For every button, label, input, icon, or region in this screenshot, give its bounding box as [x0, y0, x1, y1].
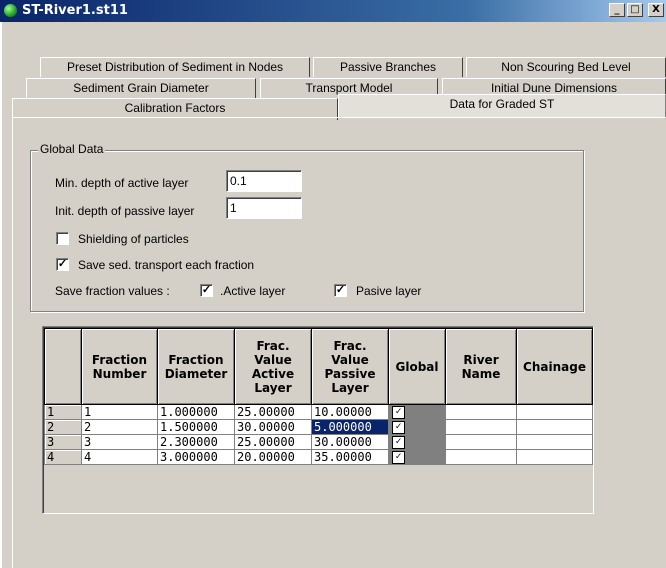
row-index[interactable]: 3: [44, 434, 82, 450]
cell-river-name[interactable]: [445, 434, 517, 450]
cell-global[interactable]: ✓: [388, 419, 446, 435]
cell-chainage[interactable]: [516, 419, 593, 435]
global-checkbox[interactable]: ✓: [392, 421, 405, 434]
save-each-fraction-checkbox[interactable]: ✓: [56, 258, 69, 271]
global-data-label: Global Data: [38, 142, 106, 156]
cell-fraction-number[interactable]: 4: [81, 449, 158, 465]
cell-frac-active[interactable]: 25.00000: [234, 404, 312, 420]
col-frac-value-active[interactable]: Frac. Value Active Layer: [234, 328, 312, 405]
global-checkbox[interactable]: ✓: [392, 406, 405, 419]
active-layer-checkbox[interactable]: ✓: [200, 284, 213, 297]
cell-fraction-number[interactable]: 1: [81, 404, 158, 420]
cell-fraction-number[interactable]: 2: [81, 419, 158, 435]
cell-frac-active[interactable]: 30.00000: [234, 419, 312, 435]
grid-corner-header: [44, 328, 82, 405]
col-fraction-diameter[interactable]: Fraction Diameter: [157, 328, 235, 405]
cell-river-name[interactable]: [445, 419, 517, 435]
cell-river-name[interactable]: [445, 449, 517, 465]
fraction-grid[interactable]: Fraction Number Fraction Diameter Frac. …: [44, 328, 593, 465]
tab-data-for-graded-st[interactable]: Data for Graded ST: [338, 94, 666, 118]
cell-fraction-diameter[interactable]: 2.300000: [157, 434, 235, 450]
table-row[interactable]: 2 2 1.500000 30.00000 5.000000 ✓: [44, 419, 593, 435]
cell-river-name[interactable]: [445, 404, 517, 420]
maximize-button[interactable]: □: [627, 3, 643, 17]
cell-fraction-diameter[interactable]: 1.000000: [157, 404, 235, 420]
app-icon: [4, 4, 17, 17]
tab-preset-distribution[interactable]: Preset Distribution of Sediment in Nodes: [40, 57, 310, 77]
cell-frac-active[interactable]: 20.00000: [234, 449, 312, 465]
cell-fraction-diameter[interactable]: 1.500000: [157, 419, 235, 435]
shielding-label: Shielding of particles: [78, 232, 189, 246]
window-frame: [0, 22, 2, 568]
cell-chainage[interactable]: [516, 434, 593, 450]
table-row[interactable]: 4 4 3.000000 20.00000 35.00000 ✓: [44, 449, 593, 465]
shielding-checkbox[interactable]: [56, 232, 69, 245]
close-button[interactable]: X: [648, 3, 664, 17]
cell-frac-passive[interactable]: 35.00000: [311, 449, 389, 465]
minimize-button[interactable]: _: [609, 3, 625, 17]
cell-fraction-number[interactable]: 3: [81, 434, 158, 450]
global-checkbox[interactable]: ✓: [392, 436, 405, 449]
tab-non-scouring-bed-level[interactable]: Non Scouring Bed Level: [466, 57, 666, 77]
cell-frac-passive-selected[interactable]: 5.000000: [311, 419, 389, 435]
title-bar[interactable]: ST-River1.st11 _ □ X: [0, 0, 666, 22]
cell-frac-active[interactable]: 25.00000: [234, 434, 312, 450]
cell-fraction-diameter[interactable]: 3.000000: [157, 449, 235, 465]
active-layer-label: .Active layer: [220, 284, 286, 298]
table-row[interactable]: 3 3 2.300000 25.00000 30.00000 ✓: [44, 434, 593, 450]
cell-chainage[interactable]: [516, 404, 593, 420]
cell-global[interactable]: ✓: [388, 404, 446, 420]
min-depth-label: Min. depth of active layer: [55, 176, 189, 190]
passive-layer-checkbox[interactable]: ✓: [334, 284, 347, 297]
table-row[interactable]: 1 1 1.000000 25.00000 10.00000 ✓: [44, 404, 593, 420]
tab-passive-branches[interactable]: Passive Branches: [313, 57, 463, 77]
row-index[interactable]: 1: [44, 404, 82, 420]
init-depth-input[interactable]: 1: [226, 197, 302, 219]
row-index[interactable]: 4: [44, 449, 82, 465]
row-index[interactable]: 2: [44, 419, 82, 435]
save-each-fraction-label: Save sed. transport each fraction: [78, 258, 255, 272]
save-fraction-values-label: Save fraction values :: [55, 284, 170, 298]
init-depth-label: Init. depth of passive layer: [55, 204, 195, 218]
col-frac-value-passive[interactable]: Frac. Value Passive Layer: [311, 328, 389, 405]
col-chainage[interactable]: Chainage: [516, 328, 593, 405]
cell-frac-passive[interactable]: 10.00000: [311, 404, 389, 420]
tab-sediment-grain-diameter[interactable]: Sediment Grain Diameter: [26, 78, 256, 98]
col-fraction-number[interactable]: Fraction Number: [81, 328, 158, 405]
cell-frac-passive[interactable]: 30.00000: [311, 434, 389, 450]
cell-global[interactable]: ✓: [388, 449, 446, 465]
col-global[interactable]: Global: [388, 328, 446, 405]
passive-layer-label: Pasive layer: [356, 284, 422, 298]
cell-global[interactable]: ✓: [388, 434, 446, 450]
global-checkbox[interactable]: ✓: [392, 451, 405, 464]
col-river-name[interactable]: River Name: [445, 328, 517, 405]
min-depth-input[interactable]: 0.1: [226, 170, 302, 192]
window-title: ST-River1.st11: [22, 3, 128, 18]
cell-chainage[interactable]: [516, 449, 593, 465]
